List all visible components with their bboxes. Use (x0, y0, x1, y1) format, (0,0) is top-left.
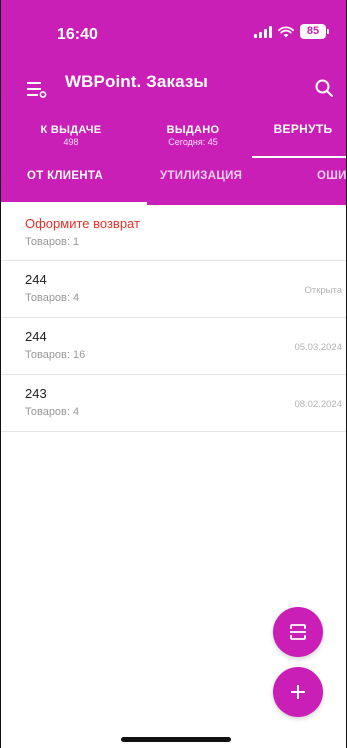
menu-icon[interactable] (27, 80, 47, 98)
list-item[interactable]: 244 Товаров: 4 Открыта (1, 261, 346, 318)
item-count: Товаров: 1 (25, 236, 80, 248)
item-date: 05.03.2024 (294, 342, 342, 353)
list-item[interactable]: 243 Товаров: 4 08.02.2024 (1, 375, 346, 432)
wifi-icon (278, 25, 294, 37)
item-title: Оформите возврат (25, 216, 140, 231)
list-item[interactable]: Оформите возврат Товаров: 1 (1, 205, 346, 261)
search-icon[interactable] (314, 78, 334, 98)
item-date: 08.02.2024 (294, 399, 342, 410)
battery-indicator: 85 (300, 24, 329, 39)
subtab-from-client[interactable]: ОТ КЛИЕНТА (27, 170, 103, 182)
status-icons: 85 (254, 24, 329, 39)
home-indicator[interactable] (121, 737, 231, 742)
tab-return[interactable]: ВЕРНУТЬ (253, 122, 346, 136)
header: 16:40 85 WBPoint. Заказы К ВЫДАЧЕ 498 ВЫ… (1, 0, 346, 205)
add-button[interactable] (273, 667, 323, 717)
subtab-errors[interactable]: ОШИ (317, 170, 346, 182)
tab-label: К ВЫДАЧЕ (40, 124, 102, 136)
item-title: 244 (25, 272, 47, 287)
sub-tabs: ОТ КЛИЕНТА УТИЛИЗАЦИЯ ОШИ (1, 160, 346, 205)
status-bar: 16:40 85 (1, 0, 346, 52)
app-bar: WBPoint. Заказы (1, 64, 346, 112)
tab-count: Сегодня: 45 (168, 137, 218, 147)
tab-label: ВЕРНУТЬ (273, 122, 333, 136)
subtab-disposal[interactable]: УТИЛИЗАЦИЯ (160, 170, 242, 182)
returns-list: Оформите возврат Товаров: 1 244 Товаров:… (1, 205, 346, 432)
scan-icon (290, 624, 306, 640)
scan-button[interactable] (273, 607, 323, 657)
signal-icon (254, 25, 272, 38)
app-screen: 16:40 85 WBPoint. Заказы К ВЫДАЧЕ 498 ВЫ… (0, 0, 347, 748)
item-count: Товаров: 4 (25, 292, 80, 304)
top-tabs: К ВЫДАЧЕ 498 ВЫДАНО Сегодня: 45 ВЕРНУТЬ (1, 118, 346, 158)
app-title: WBPoint. Заказы (65, 72, 209, 91)
tab-active-indicator (252, 156, 346, 158)
tab-label: ВЫДАНО (166, 124, 220, 136)
tab-issued[interactable]: ВЫДАНО Сегодня: 45 (143, 124, 243, 147)
tab-count: 498 (63, 137, 79, 147)
status-time: 16:40 (57, 26, 98, 43)
item-status: Открыта (304, 285, 342, 296)
list-item[interactable]: 244 Товаров: 16 05.03.2024 (1, 318, 346, 375)
plus-icon (291, 685, 305, 699)
tab-to-issue[interactable]: К ВЫДАЧЕ 498 (21, 124, 121, 147)
